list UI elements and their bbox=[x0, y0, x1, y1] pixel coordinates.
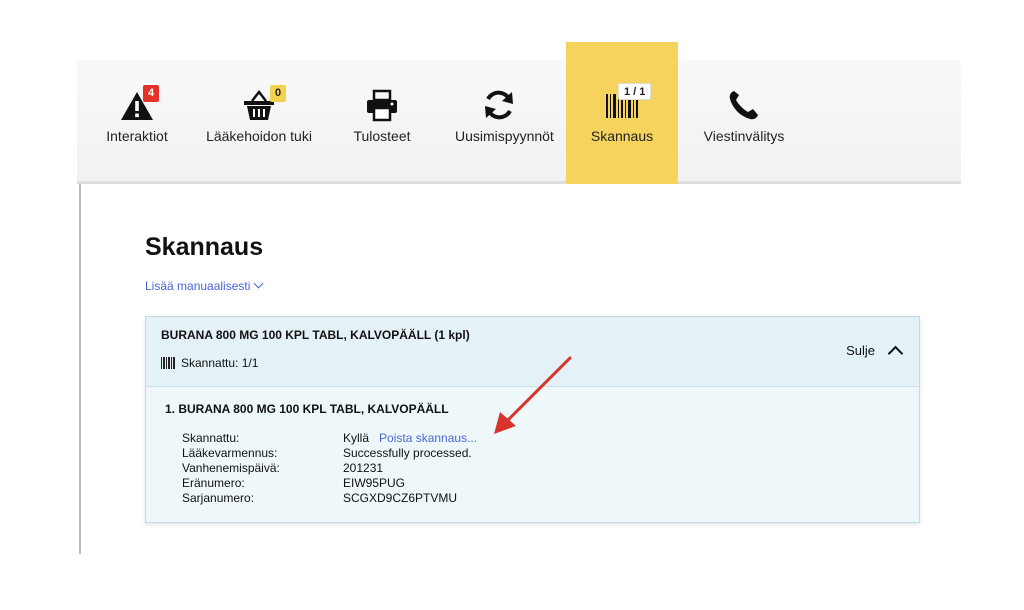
tool-uusimispyynnot[interactable]: Uusimispyynnöt bbox=[445, 60, 554, 184]
support-count-badge: 0 bbox=[270, 85, 287, 102]
detail-value: Kyllä Poista skannaus... bbox=[343, 431, 477, 445]
tool-label: Skannaus bbox=[590, 128, 654, 144]
phone-icon bbox=[729, 91, 758, 120]
interactions-count-badge: 4 bbox=[143, 85, 160, 102]
annotation-arrow-icon bbox=[494, 356, 572, 434]
detail-key: Lääkevarmennus: bbox=[182, 446, 278, 460]
main-toolbar: 4 Interaktiot 0 Lääkehoidon tuki Tuloste… bbox=[77, 42, 961, 184]
add-manually-link[interactable]: Lisää manuaalisesti bbox=[145, 278, 264, 293]
chevron-down-icon bbox=[253, 278, 264, 289]
tool-label: Viestinvälitys bbox=[703, 128, 785, 144]
content-left-border bbox=[79, 184, 81, 554]
detail-value: SCGXD9CZ6PTVMU bbox=[343, 491, 458, 505]
detail-value: EIW95PUG bbox=[343, 476, 406, 490]
app-screen: 4 Interaktiot 0 Lääkehoidon tuki Tuloste… bbox=[0, 0, 1024, 610]
printer-icon bbox=[367, 89, 397, 122]
remove-scan-link[interactable]: Poista skannaus... bbox=[379, 431, 477, 445]
tool-label: Interaktiot bbox=[106, 128, 168, 144]
detail-key: Skannattu: bbox=[182, 431, 240, 445]
tool-label: Tulosteet bbox=[353, 128, 411, 144]
detail-value-text: Kyllä bbox=[343, 431, 370, 445]
detail-key: Eränumero: bbox=[182, 476, 245, 490]
detail-key: Vanhenemispäivä: bbox=[182, 461, 280, 475]
tool-interaktiot[interactable]: 4 Interaktiot bbox=[87, 60, 187, 184]
item-title: 1. BURANA 800 MG 100 KPL TABL, KALVOPÄÄL… bbox=[165, 402, 449, 416]
scanned-summary: Skannattu: 1/1 bbox=[161, 356, 258, 370]
detail-value: 201231 bbox=[343, 461, 384, 475]
tool-skannaus[interactable]: 1 / 1 Skannaus bbox=[566, 42, 678, 184]
detail-value: Successfully processed. bbox=[343, 446, 472, 460]
close-panel-button[interactable]: Sulje bbox=[846, 343, 904, 362]
page-title: Skannaus bbox=[145, 233, 264, 261]
tool-tulosteet[interactable]: Tulosteet bbox=[332, 60, 432, 184]
add-manually-label: Lisää manuaalisesti bbox=[145, 279, 251, 293]
scanned-summary-text: Skannattu: 1/1 bbox=[181, 356, 259, 370]
tool-label: Uusimispyynnöt bbox=[455, 128, 554, 144]
scan-progress-badge: 1 / 1 bbox=[618, 83, 652, 100]
detail-key: Sarjanumero: bbox=[182, 491, 255, 505]
tool-label: Lääkehoidon tuki bbox=[206, 128, 312, 144]
close-label: Sulje bbox=[846, 343, 875, 358]
refresh-icon bbox=[485, 90, 513, 120]
tool-laakehoidon-tuki[interactable]: 0 Lääkehoidon tuki bbox=[199, 60, 319, 184]
product-name: BURANA 800 MG 100 KPL TABL, KALVOPÄÄLL (… bbox=[161, 328, 470, 342]
barcode-icon bbox=[161, 357, 176, 369]
tool-viestinvalitys[interactable]: Viestinvälitys bbox=[689, 60, 799, 184]
chevron-up-icon bbox=[887, 345, 904, 362]
